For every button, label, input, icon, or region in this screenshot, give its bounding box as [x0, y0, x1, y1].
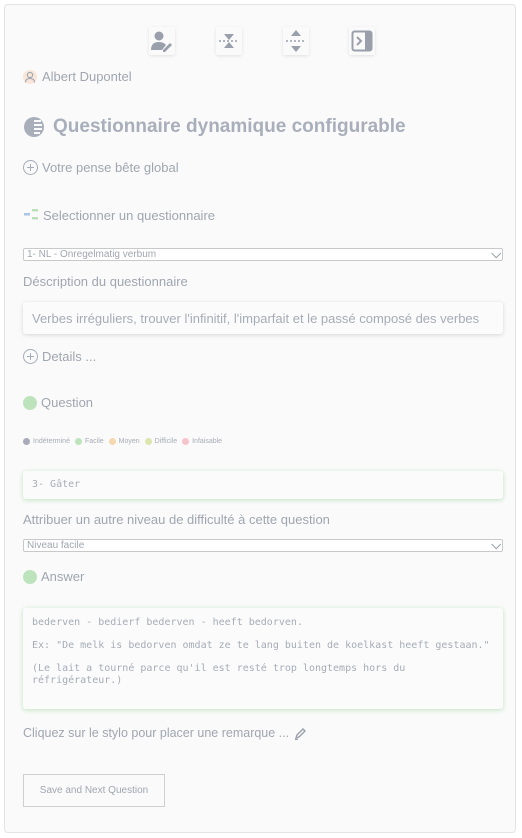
question-header: Question — [23, 395, 93, 410]
remark-row: Cliquez sur le stylo pour placer une rem… — [23, 726, 307, 740]
user-edit-icon — [151, 31, 172, 52]
legend-label: Indéterminé — [33, 438, 70, 445]
list-tree-icon — [24, 209, 38, 220]
user-name: Albert Dupontel — [42, 69, 132, 84]
page-header: Questionnaire dynamique configurable — [23, 116, 406, 138]
status-dot-icon — [23, 569, 37, 584]
questionnaire-select[interactable]: 1- NL - Onregelmatig verbum — [23, 248, 503, 261]
difficulty-legend: Indéterminé Facile Moyen Difficile Infai… — [23, 438, 227, 445]
main-panel: Albert Dupontel Questionnaire dynamique … — [4, 4, 516, 833]
collapse-vertical-icon — [219, 34, 239, 48]
difficulty-select[interactable]: Niveau facile — [23, 539, 503, 552]
legend-label: Difficile — [154, 438, 178, 445]
toolbar — [5, 27, 515, 57]
details-toggle[interactable]: Details ... — [23, 349, 96, 364]
questionnaire-select-value: 1- NL - Onregelmatig verbum — [27, 249, 157, 260]
global-memo-label: Votre pense bête global — [42, 160, 179, 175]
chevron-down-icon — [491, 248, 502, 259]
remark-label: Cliquez sur le stylo pour placer une rem… — [23, 726, 290, 740]
legend-dot-easy — [74, 438, 82, 445]
difficulty-label: Attribuer un autre niveau de difficulté … — [23, 512, 330, 527]
plus-circle-icon — [23, 349, 38, 364]
legend-label: Infaisable — [192, 438, 223, 445]
expand-vertical-icon — [286, 30, 306, 52]
plus-circle-icon — [23, 160, 38, 175]
select-questionnaire-header: Selectionner un questionnaire — [23, 207, 215, 223]
select-questionnaire-label: Selectionner un questionnaire — [43, 207, 216, 223]
legend-label: Moyen — [118, 438, 140, 445]
user-edit-button[interactable] — [149, 27, 175, 55]
sidebar-toggle-icon — [351, 30, 373, 52]
chevron-down-icon — [491, 539, 502, 550]
legend-dot-impossible — [182, 438, 190, 445]
status-dot-icon — [23, 395, 37, 410]
save-next-button[interactable]: Save and Next Question — [23, 774, 165, 807]
questionnaire-logo-icon — [24, 117, 44, 137]
description-text: Verbes irréguliers, trouver l'infinitif,… — [32, 311, 480, 326]
page-title: Questionnaire dynamique configurable — [53, 116, 406, 137]
answer-box: bederven - bedierf bederven - heeft bedo… — [23, 608, 503, 709]
sidebar-toggle-button[interactable] — [349, 27, 375, 55]
question-label: Question — [41, 395, 94, 410]
description-box: Verbes irréguliers, trouver l'infinitif,… — [23, 302, 503, 334]
pen-icon[interactable] — [294, 727, 307, 740]
legend-label: Facile — [84, 438, 104, 445]
user-info: Albert Dupontel — [23, 69, 132, 84]
details-label: Details ... — [42, 349, 97, 364]
question-text: 3- Gâter — [32, 479, 81, 490]
description-label: Déscription du questionnaire — [23, 274, 188, 289]
expand-all-button[interactable] — [283, 27, 309, 55]
collapse-all-button[interactable] — [216, 27, 242, 55]
user-icon — [23, 69, 37, 84]
answer-label: Answer — [41, 569, 85, 584]
global-memo-toggle[interactable]: Votre pense bête global — [23, 160, 179, 175]
legend-dot-medium — [108, 438, 116, 445]
answer-header: Answer — [23, 569, 84, 584]
question-box: 3- Gâter — [23, 471, 503, 499]
difficulty-select-value: Niveau facile — [27, 540, 85, 551]
legend-dot-difficult — [144, 438, 152, 445]
legend-dot-undetermined — [23, 438, 30, 445]
